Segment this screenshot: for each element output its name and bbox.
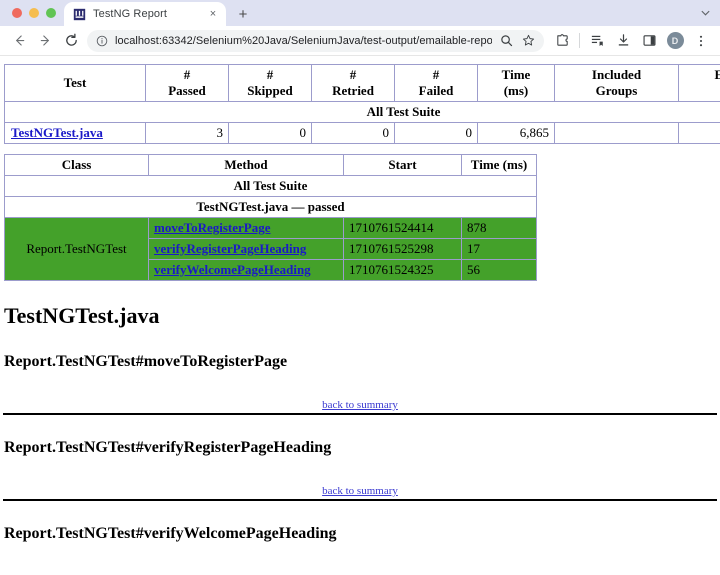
column-header-passed: # Passed	[145, 64, 229, 102]
method-start-cell: 1710761525298	[343, 238, 462, 260]
test-name-cell: TestNGTest.java	[4, 122, 146, 144]
address-bar[interactable]: localhost:63342/Selenium%20Java/Selenium…	[87, 29, 544, 52]
report-page: Test # Passed # Skipped # Retried # Fail…	[0, 64, 720, 543]
back-to-summary-link[interactable]: back to summary	[322, 485, 398, 497]
table-header-row: Test # Passed # Skipped # Retried # Fail…	[4, 64, 720, 102]
browser-chrome: TestNG Report × + localhost:63342/Seleni…	[0, 0, 720, 56]
suite-status-label: TestNGTest.java — passed	[4, 196, 537, 218]
new-tab-button[interactable]: +	[230, 2, 256, 26]
method-link[interactable]: verifyWelcomePageHeading	[154, 262, 311, 277]
method-start-cell: 1710761524414	[343, 217, 462, 239]
column-header-excluded-groups: Excluded Groups	[678, 64, 720, 102]
extensions-icon[interactable]	[549, 28, 575, 54]
zoom-icon[interactable]	[498, 33, 514, 49]
testng-favicon	[73, 8, 86, 20]
method-detail-title: Report.TestNGTest#verifyRegisterPageHead…	[4, 439, 332, 456]
maximize-window-button[interactable]	[46, 8, 56, 18]
side-panel-icon[interactable]	[636, 28, 662, 54]
tab-strip: TestNG Report × +	[0, 0, 720, 26]
method-detail-title: Report.TestNGTest#verifyWelcomePageHeadi…	[4, 525, 337, 542]
methods-table: Class Method Start Time (ms) All Test Su…	[4, 154, 537, 281]
site-info-icon[interactable]	[95, 34, 108, 47]
browser-toolbar: localhost:63342/Selenium%20Java/Selenium…	[0, 26, 720, 56]
suite-group-row: All Test Suite	[4, 175, 537, 197]
method-time-cell: 17	[461, 238, 537, 260]
bookmark-star-icon[interactable]	[520, 33, 536, 49]
class-name-cell: Report.TestNGTest	[4, 217, 149, 281]
method-name-cell: moveToRegisterPage	[148, 217, 344, 239]
suite-group-row: All Test Suite	[4, 101, 720, 123]
downloads-icon[interactable]	[610, 28, 636, 54]
close-tab-button[interactable]: ×	[206, 7, 220, 21]
browser-tab[interactable]: TestNG Report ×	[64, 2, 226, 26]
back-button[interactable]	[6, 28, 32, 54]
column-header-test: Test	[4, 64, 146, 102]
column-header-time-ms: Time (ms)	[461, 154, 537, 176]
window-controls	[8, 0, 64, 26]
browser-menu-button[interactable]	[688, 28, 714, 54]
column-header-start: Start	[343, 154, 462, 176]
reload-button[interactable]	[58, 28, 84, 54]
reading-list-icon[interactable]	[584, 28, 610, 54]
method-link[interactable]: verifyRegisterPageHeading	[154, 241, 306, 256]
toolbar-divider	[579, 33, 580, 48]
excluded-groups-cell	[678, 122, 720, 144]
column-header-method: Method	[148, 154, 344, 176]
column-header-class: Class	[4, 154, 149, 176]
passed-count-cell: 3	[145, 122, 229, 144]
test-name-link[interactable]: TestNGTest.java	[11, 125, 103, 140]
suite-group-label: All Test Suite	[4, 101, 720, 123]
method-name-cell: verifyRegisterPageHeading	[148, 238, 344, 260]
skipped-count-cell: 0	[228, 122, 312, 144]
minimize-window-button[interactable]	[29, 8, 39, 18]
suite-group-label: All Test Suite	[4, 175, 537, 197]
column-header-retried: # Retried	[311, 64, 395, 102]
method-time-cell: 56	[461, 259, 537, 281]
table-row: Report.TestNGTest moveToRegisterPage 171…	[4, 217, 537, 281]
back-to-summary-wrapper: back to summary	[0, 399, 720, 411]
back-to-summary-link[interactable]: back to summary	[322, 399, 398, 411]
back-to-summary-wrapper: back to summary	[0, 485, 720, 497]
method-link[interactable]: moveToRegisterPage	[154, 220, 271, 235]
tab-title: TestNG Report	[93, 8, 168, 20]
retried-count-cell: 0	[311, 122, 395, 144]
method-start-cell: 1710761524325	[343, 259, 462, 281]
tab-search-chevron-down-icon[interactable]	[696, 3, 714, 21]
method-detail-title: Report.TestNGTest#moveToRegisterPage	[4, 353, 288, 370]
url-input[interactable]: localhost:63342/Selenium%20Java/Selenium…	[115, 35, 492, 47]
section-divider	[3, 499, 717, 501]
details-section: TestNGTest.java Report.TestNGTest#moveTo…	[0, 303, 720, 543]
close-window-button[interactable]	[12, 8, 22, 18]
table-row: TestNGTest.java 3 0 0 0 6,865	[4, 122, 720, 144]
column-header-failed: # Failed	[394, 64, 478, 102]
section-divider	[3, 413, 717, 415]
column-header-time: Time (ms)	[477, 64, 555, 102]
suite-summary-table: Test # Passed # Skipped # Retried # Fail…	[4, 64, 720, 144]
column-header-included-groups: Included Groups	[554, 64, 679, 102]
column-header-skipped: # Skipped	[228, 64, 312, 102]
suite-status-row: TestNGTest.java — passed	[4, 196, 537, 218]
table-header-row: Class Method Start Time (ms)	[4, 154, 537, 176]
page-title: TestNGTest.java	[4, 303, 160, 328]
time-cell: 6,865	[477, 122, 555, 144]
forward-button[interactable]	[32, 28, 58, 54]
avatar-initial: D	[666, 32, 684, 49]
method-time-cell: 878	[461, 217, 537, 239]
included-groups-cell	[554, 122, 679, 144]
method-name-cell: verifyWelcomePageHeading	[148, 259, 344, 281]
failed-count-cell: 0	[394, 122, 478, 144]
profile-avatar[interactable]: D	[662, 28, 688, 54]
